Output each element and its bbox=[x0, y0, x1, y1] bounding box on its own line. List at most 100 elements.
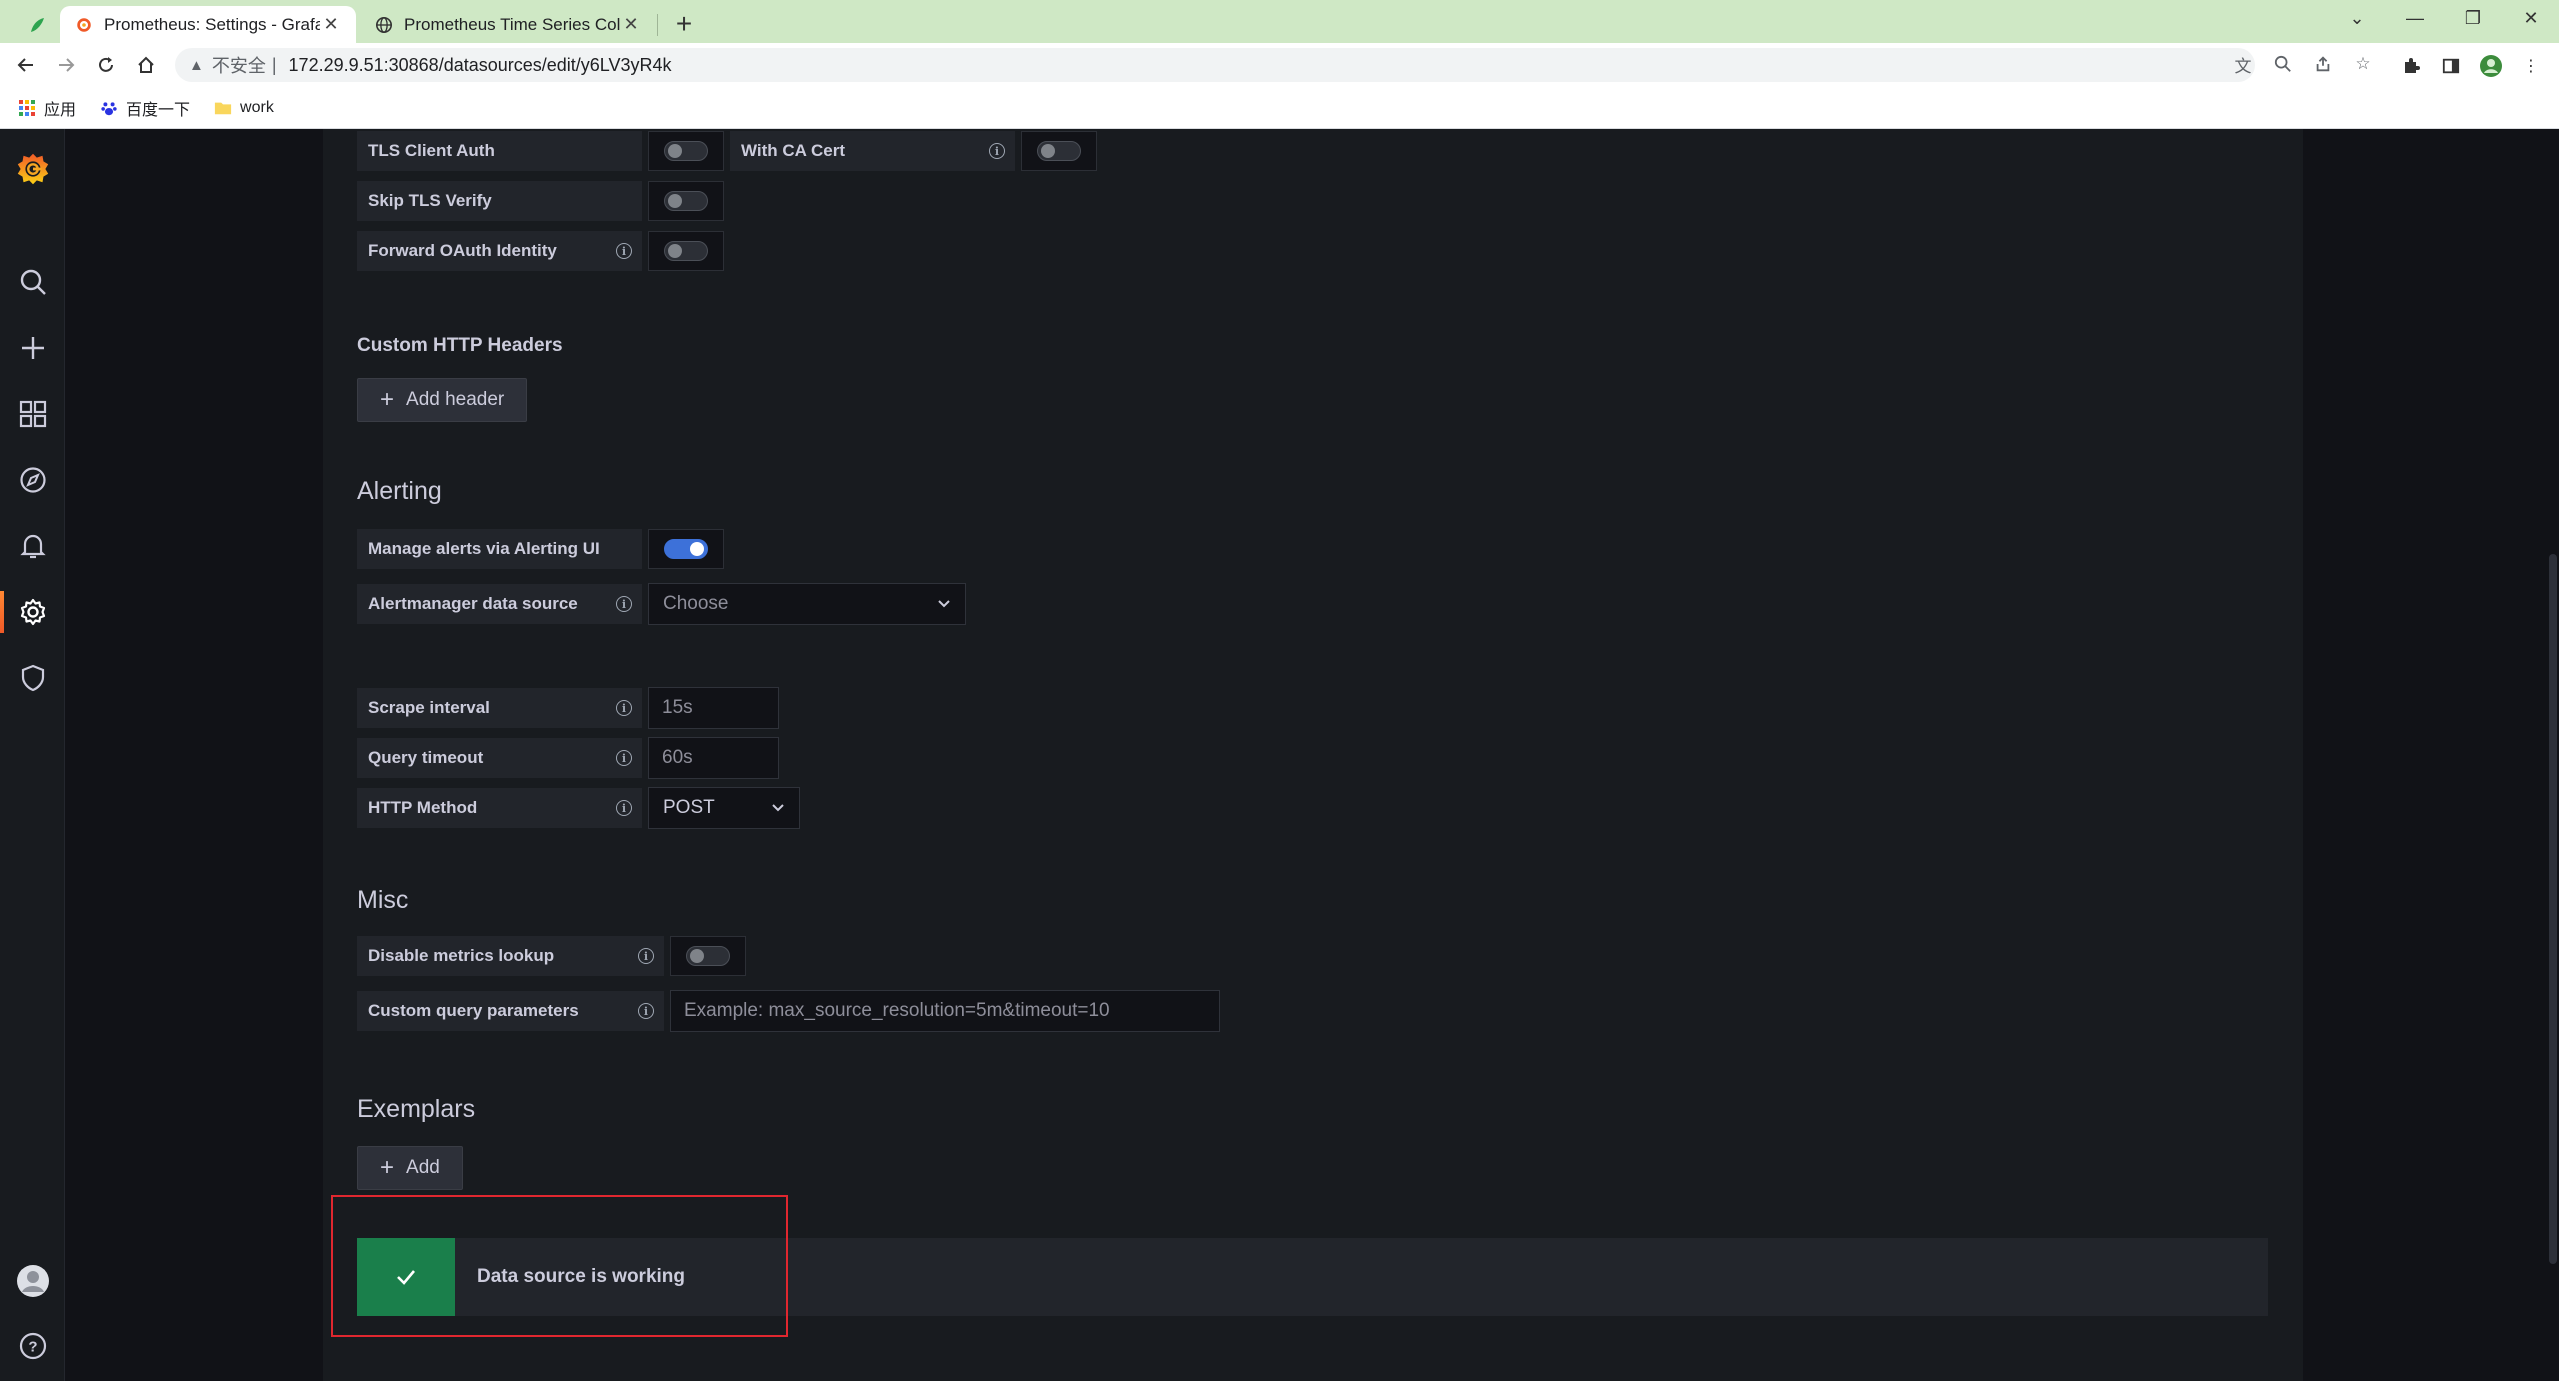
add-exemplar-label: Add bbox=[406, 1157, 440, 1178]
info-icon[interactable]: i bbox=[616, 596, 632, 612]
create-plus-icon[interactable] bbox=[0, 323, 65, 373]
translate-icon[interactable]: 文 bbox=[2230, 51, 2256, 77]
info-icon[interactable]: i bbox=[616, 243, 632, 259]
manage-alerts-label: Manage alerts via Alerting UI bbox=[357, 529, 642, 569]
back-icon[interactable] bbox=[10, 49, 42, 81]
query-timeout-row: Query timeout i 60s bbox=[357, 737, 779, 779]
search-icon[interactable] bbox=[0, 257, 65, 307]
tab-title: Prometheus Time Series Colle bbox=[404, 14, 620, 34]
reload-icon[interactable] bbox=[90, 49, 122, 81]
tab-prometheus-docs[interactable]: Prometheus Time Series Colle ✕ bbox=[360, 6, 656, 43]
bookmark-baidu[interactable]: 百度一下 bbox=[100, 96, 190, 120]
pinned-tab-leaf-icon bbox=[31, 17, 44, 32]
toggle-switch bbox=[664, 241, 708, 261]
address-bar[interactable]: ▲ 不安全 | 172.29.9.51:30868/datasources/ed… bbox=[175, 48, 2255, 82]
query-timeout-label: Query timeout i bbox=[357, 738, 642, 778]
svg-text:?: ? bbox=[28, 1339, 37, 1356]
info-icon[interactable]: i bbox=[989, 143, 1005, 159]
skip-tls-verify-toggle[interactable] bbox=[648, 181, 724, 221]
tls-client-auth-toggle[interactable] bbox=[648, 131, 724, 171]
share-icon[interactable] bbox=[2310, 51, 2336, 77]
tab-close-icon[interactable]: ✕ bbox=[620, 14, 642, 36]
close-window-icon[interactable]: ✕ bbox=[2502, 0, 2559, 36]
server-admin-shield-icon[interactable] bbox=[0, 653, 65, 703]
tab-separator bbox=[657, 14, 658, 36]
misc-title: Misc bbox=[357, 886, 409, 914]
with-ca-cert-text: With CA Cert bbox=[741, 141, 846, 160]
help-icon[interactable]: ? bbox=[0, 1321, 65, 1371]
url-text: 172.29.9.51:30868/datasources/edit/y6LV3… bbox=[288, 54, 672, 75]
custom-query-params-row: Custom query parameters i Example: max_s… bbox=[357, 990, 1220, 1032]
query-timeout-input[interactable]: 60s bbox=[648, 737, 779, 779]
exemplars-title: Exemplars bbox=[357, 1095, 476, 1123]
toggle-switch bbox=[686, 946, 730, 966]
new-tab-icon[interactable]: + bbox=[668, 8, 700, 40]
restore-icon[interactable]: ❐ bbox=[2444, 0, 2502, 36]
user-avatar-icon[interactable] bbox=[0, 1256, 65, 1306]
tls-client-auth-row: TLS Client Auth With CA Cert i bbox=[357, 131, 1097, 171]
toggle-switch bbox=[664, 539, 708, 559]
page-scrollbar[interactable] bbox=[2549, 554, 2557, 1264]
disable-metrics-lookup-text: Disable metrics lookup bbox=[368, 946, 555, 965]
with-ca-cert-toggle[interactable] bbox=[1021, 131, 1097, 171]
pinned-tab[interactable] bbox=[14, 6, 60, 43]
zoom-icon[interactable] bbox=[2270, 51, 2296, 77]
profile-avatar-icon[interactable] bbox=[2478, 53, 2504, 79]
globe-icon bbox=[374, 15, 394, 35]
folder-icon bbox=[214, 99, 232, 117]
status-message: Data source is working bbox=[477, 1266, 686, 1287]
chevron-down-icon bbox=[937, 593, 951, 615]
manage-alerts-toggle[interactable] bbox=[648, 529, 724, 569]
datasource-status-alert: Data source is working bbox=[357, 1238, 2268, 1316]
add-header-button[interactable]: + Add header bbox=[357, 378, 528, 422]
browser-menu-icon[interactable]: ⋮ bbox=[2518, 53, 2544, 79]
browser-tabbar: Prometheus: Settings - Grafana ✕ Prometh… bbox=[0, 0, 2559, 43]
browser-toolbar: ▲ 不安全 | 172.29.9.51:30868/datasources/ed… bbox=[0, 43, 2559, 87]
http-method-text: HTTP Method bbox=[368, 798, 478, 817]
apps-grid-icon bbox=[18, 99, 36, 117]
info-icon[interactable]: i bbox=[616, 800, 632, 816]
scrape-interval-row: Scrape interval i 15s bbox=[357, 687, 779, 729]
extensions-puzzle-icon[interactable] bbox=[2398, 53, 2424, 79]
checkmark-icon bbox=[397, 1270, 415, 1285]
bookmark-star-icon[interactable]: ☆ bbox=[2350, 51, 2376, 77]
alerting-bell-icon[interactable] bbox=[0, 521, 65, 571]
tab-close-icon[interactable]: ✕ bbox=[320, 14, 342, 36]
alertmanager-source-select[interactable]: Choose bbox=[648, 583, 966, 625]
forward-icon[interactable] bbox=[50, 49, 82, 81]
home-icon[interactable] bbox=[130, 49, 162, 81]
select-placeholder: Choose bbox=[663, 593, 729, 614]
disable-metrics-lookup-toggle[interactable] bbox=[670, 936, 746, 976]
grafana-favicon-icon bbox=[74, 15, 94, 35]
side-menu: ? bbox=[0, 129, 65, 1381]
tab-grafana-settings[interactable]: Prometheus: Settings - Grafana ✕ bbox=[60, 6, 356, 43]
dashboards-icon[interactable] bbox=[0, 389, 65, 439]
configuration-gear-icon[interactable] bbox=[0, 587, 65, 637]
http-method-select[interactable]: POST bbox=[648, 787, 800, 829]
forward-oauth-text: Forward OAuth Identity bbox=[368, 241, 557, 260]
query-timeout-text: Query timeout bbox=[368, 748, 484, 767]
info-icon[interactable]: i bbox=[616, 700, 632, 716]
plus-icon: + bbox=[380, 1154, 395, 1181]
toggle-switch bbox=[1037, 141, 1081, 161]
info-icon[interactable]: i bbox=[638, 948, 654, 964]
custom-query-params-text: Custom query parameters bbox=[368, 1001, 579, 1020]
custom-query-params-input[interactable]: Example: max_source_resolution=5m&timeou… bbox=[670, 990, 1220, 1032]
side-panel-icon[interactable] bbox=[2438, 53, 2464, 79]
toggle-switch bbox=[664, 191, 708, 211]
bookmark-work[interactable]: work bbox=[214, 99, 274, 117]
grafana-logo-icon[interactable] bbox=[0, 141, 65, 197]
minimize-icon[interactable]: — bbox=[2386, 0, 2444, 36]
bookmark-apps[interactable]: 应用 bbox=[18, 96, 76, 120]
manage-alerts-row: Manage alerts via Alerting UI bbox=[357, 529, 724, 569]
info-icon[interactable]: i bbox=[638, 1003, 654, 1019]
tab-search-chevron-icon[interactable]: ⌄ bbox=[2328, 0, 2386, 36]
forward-oauth-label: Forward OAuth Identity i bbox=[357, 231, 642, 271]
scrape-interval-input[interactable]: 15s bbox=[648, 687, 779, 729]
warning-triangle-icon[interactable]: ▲ bbox=[189, 57, 204, 74]
add-exemplar-button[interactable]: + Add bbox=[357, 1146, 463, 1190]
info-icon[interactable]: i bbox=[616, 750, 632, 766]
forward-oauth-toggle[interactable] bbox=[648, 231, 724, 271]
explore-compass-icon[interactable] bbox=[0, 455, 65, 505]
with-ca-cert-label: With CA Cert i bbox=[730, 131, 1015, 171]
